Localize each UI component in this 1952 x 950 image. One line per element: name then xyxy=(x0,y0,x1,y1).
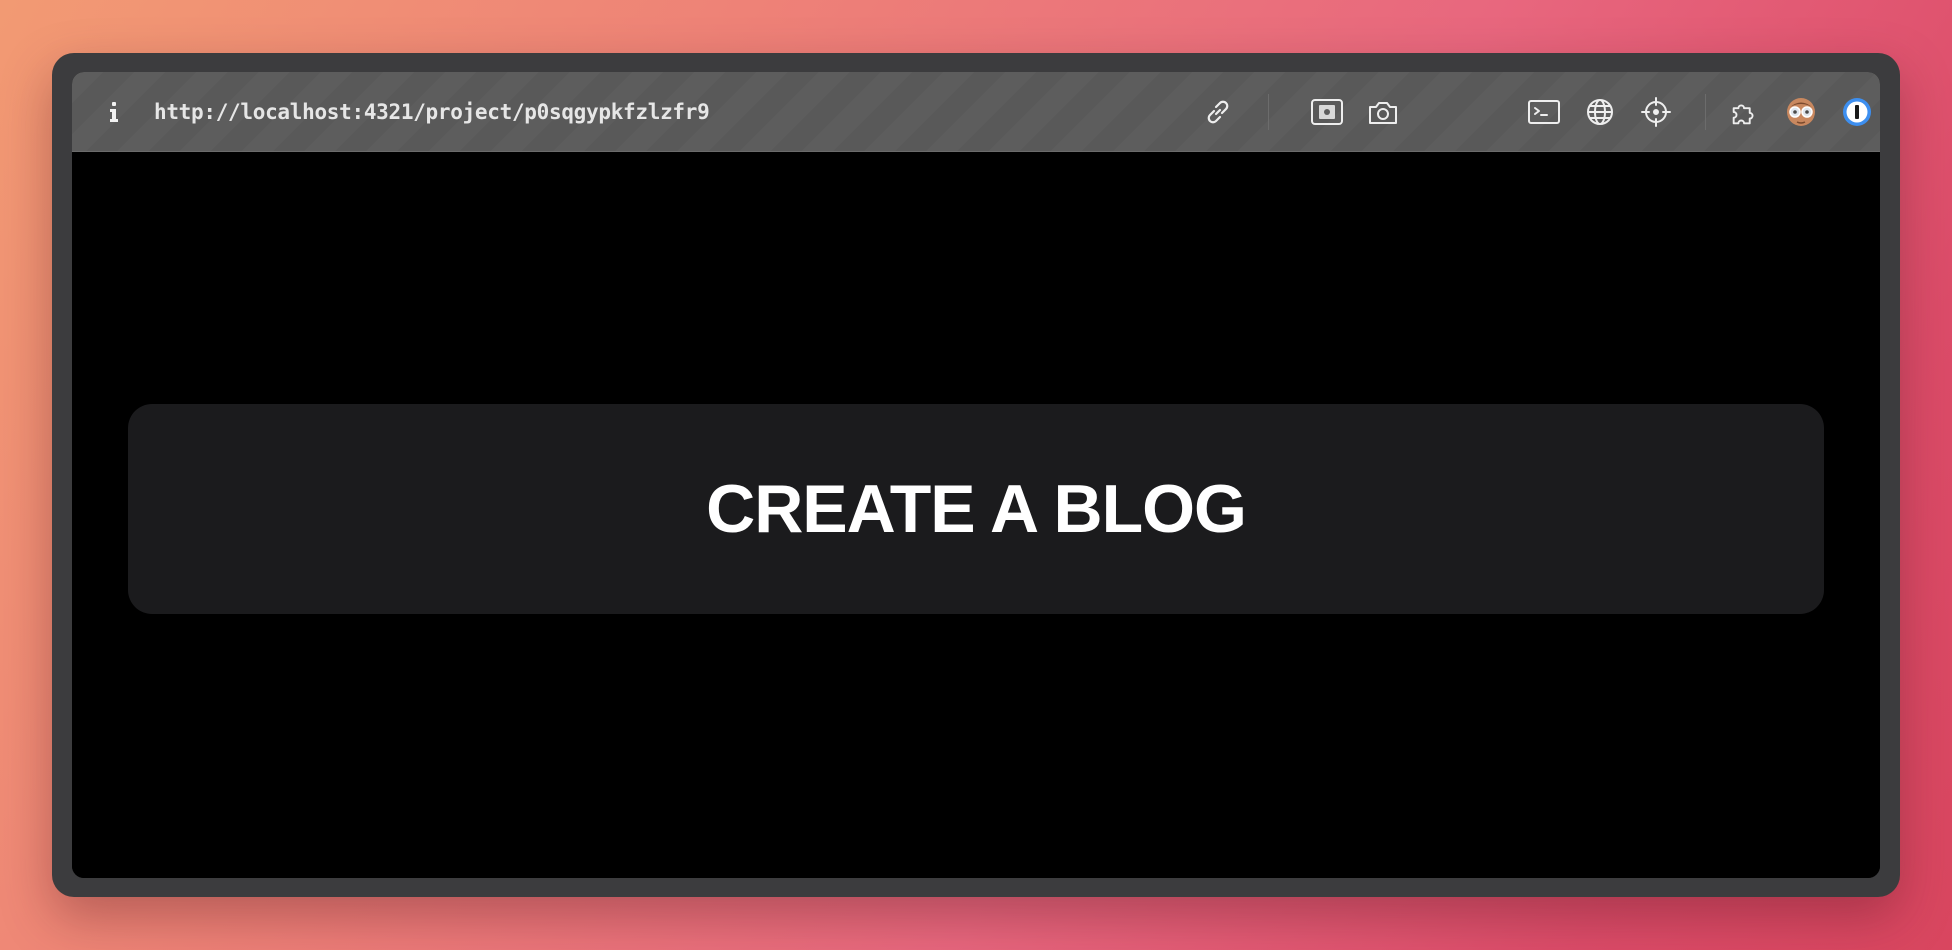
toolbar-separator xyxy=(1268,94,1269,130)
toolbar-separator xyxy=(1705,94,1706,130)
image-icon[interactable] xyxy=(1310,95,1344,129)
create-blog-label: CREATE A BLOG xyxy=(706,471,1247,547)
link-icon[interactable] xyxy=(1201,95,1235,129)
extensions-icon[interactable] xyxy=(1728,95,1762,129)
info-icon[interactable] xyxy=(102,97,126,127)
browser-toolbar: http://localhost:4321/project/p0sqgypkfz… xyxy=(72,72,1880,152)
page-content: CREATE A BLOG xyxy=(72,152,1880,878)
create-blog-button[interactable]: CREATE A BLOG xyxy=(128,404,1824,614)
crosshair-icon[interactable] xyxy=(1639,95,1673,129)
avatar-glasses-icon[interactable] xyxy=(1784,95,1818,129)
address-bar-url[interactable]: http://localhost:4321/project/p0sqgypkfz… xyxy=(154,97,710,127)
window-frame: http://localhost:4321/project/p0sqgypkfz… xyxy=(52,53,1900,897)
camera-icon[interactable] xyxy=(1366,95,1400,129)
browser-window: http://localhost:4321/project/p0sqgypkfz… xyxy=(72,72,1880,878)
globe-icon[interactable] xyxy=(1583,95,1617,129)
terminal-icon[interactable] xyxy=(1527,95,1561,129)
password-manager-icon[interactable] xyxy=(1840,95,1874,129)
